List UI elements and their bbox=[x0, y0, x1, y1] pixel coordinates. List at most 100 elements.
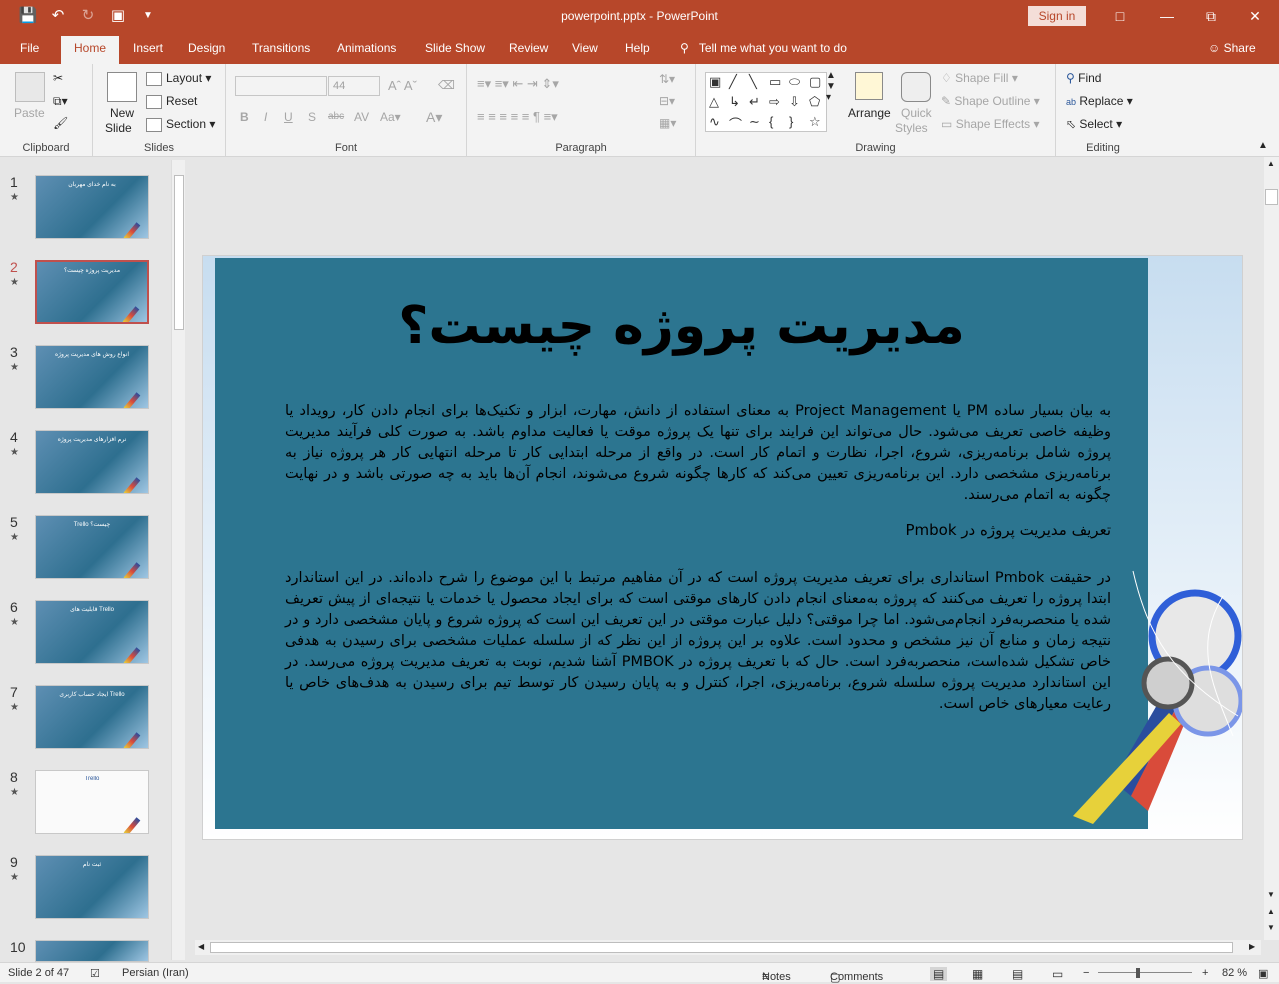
slide-heading[interactable]: مدیریت پروژه چیست؟ bbox=[215, 296, 1148, 356]
ribbon-display-icon[interactable]: □ bbox=[1110, 6, 1130, 26]
line-icon[interactable]: ╱ bbox=[729, 74, 737, 90]
collapse-ribbon-icon[interactable]: ▲ bbox=[1258, 140, 1268, 151]
shapes-gallery[interactable]: ▣ ╱ ╲ ▭ ⬭ ▢ △ ↳ ↵ ⇨ ⇩ ⬠ ∿ ⌒ ∼ { } ☆ bbox=[705, 72, 827, 132]
scroll-left-icon[interactable]: ◀ bbox=[198, 942, 204, 951]
zoom-in-icon[interactable]: + bbox=[1202, 967, 1208, 979]
tab-transitions[interactable]: Transitions bbox=[252, 41, 310, 55]
textbox-icon[interactable]: ▣ bbox=[709, 74, 721, 90]
normal-view-icon[interactable]: ▤ bbox=[930, 967, 948, 981]
scroll-right-icon[interactable]: ▶ bbox=[1249, 942, 1255, 951]
change-case-icon[interactable]: Aa▾ bbox=[380, 110, 401, 124]
scroll-up-icon[interactable]: ▲ bbox=[1267, 159, 1275, 168]
shape-effects-button[interactable]: ▭ Shape Effects ▾ bbox=[941, 117, 1040, 131]
new-slide-label-1[interactable]: New bbox=[110, 106, 134, 120]
smartart-icon[interactable]: ▦▾ bbox=[659, 116, 676, 130]
align-text-icon[interactable]: ⊟▾ bbox=[659, 94, 675, 108]
editor-vertical-scrollbar[interactable]: ▲ ▼ ▲ ▼ bbox=[1264, 157, 1279, 940]
reading-view-icon[interactable]: ▤ bbox=[1012, 967, 1023, 981]
sign-in-button[interactable]: Sign in bbox=[1028, 6, 1086, 26]
strikethrough-icon[interactable]: abc bbox=[328, 111, 344, 122]
vertical-scroll-thumb[interactable] bbox=[1265, 189, 1278, 205]
shapes-scroll-icon[interactable]: ▲ ▼ ▾ bbox=[826, 70, 836, 103]
new-slide-icon[interactable] bbox=[107, 72, 137, 102]
tab-insert[interactable]: Insert bbox=[133, 41, 163, 55]
slide-subheading[interactable]: تعریف مدیریت پروژه در Pmbok bbox=[285, 521, 1112, 539]
arc-icon[interactable]: ⌒ bbox=[729, 114, 742, 133]
reset-button[interactable]: Reset bbox=[146, 94, 197, 109]
next-slide-icon[interactable]: ▼ bbox=[1267, 923, 1275, 932]
new-slide-label-2[interactable]: Slide bbox=[105, 121, 132, 135]
slide-thumbnail[interactable]: Trello bbox=[35, 770, 149, 834]
quick-styles-label-1[interactable]: Quick bbox=[901, 106, 932, 120]
language-indicator[interactable]: Persian (Iran) bbox=[122, 967, 189, 979]
slideshow-view-icon[interactable]: ▭ bbox=[1052, 967, 1063, 981]
slide-thumbnail[interactable]: نرم افزارهای مدیریت پروژه bbox=[35, 430, 149, 494]
italic-icon[interactable]: I bbox=[264, 110, 267, 124]
select-button[interactable]: ⬁ Select ▾ bbox=[1066, 117, 1122, 131]
tell-me-search[interactable]: ⚲ Tell me what you want to do bbox=[680, 41, 847, 55]
curve-icon[interactable]: ∿ bbox=[709, 114, 720, 130]
tab-home[interactable]: Home bbox=[61, 36, 120, 64]
quick-styles-label-2[interactable]: Styles bbox=[895, 121, 928, 135]
arrange-button[interactable]: Arrange bbox=[848, 106, 891, 120]
tab-file[interactable]: File bbox=[20, 41, 39, 55]
slide-thumbnail[interactable]: انواع روش های مدیریت پروژه bbox=[35, 345, 149, 409]
zoom-slider[interactable] bbox=[1098, 972, 1192, 973]
font-name-combo[interactable] bbox=[235, 76, 327, 96]
bold-icon[interactable]: B bbox=[240, 110, 249, 124]
shape-outline-button[interactable]: ✎ Shape Outline ▾ bbox=[941, 94, 1040, 108]
spellcheck-icon[interactable]: ☑ bbox=[90, 967, 100, 980]
slide-thumbnail[interactable] bbox=[35, 940, 149, 962]
tab-animations[interactable]: Animations bbox=[337, 41, 396, 55]
line2-icon[interactable]: ╲ bbox=[749, 74, 757, 90]
quick-styles-icon[interactable] bbox=[901, 72, 931, 102]
zoom-level[interactable]: 82 % bbox=[1222, 967, 1247, 979]
thumbnails-scrollbar[interactable] bbox=[171, 160, 185, 960]
horizontal-scroll-thumb[interactable] bbox=[210, 942, 1233, 953]
restore-icon[interactable]: ⧉ bbox=[1201, 6, 1221, 26]
share-button[interactable]: ☺ Share bbox=[1208, 41, 1256, 55]
tab-help[interactable]: Help bbox=[625, 41, 650, 55]
tab-review[interactable]: Review bbox=[509, 41, 548, 55]
arrow-down-icon[interactable]: ⇩ bbox=[789, 94, 800, 110]
cut-icon[interactable]: ✂ bbox=[53, 71, 63, 85]
bullets-icon[interactable]: ≡▾ ≡▾ ⇤ ⇥ ⇕▾ bbox=[477, 76, 559, 92]
tab-view[interactable]: View bbox=[572, 41, 598, 55]
oval-icon[interactable]: ⬭ bbox=[789, 74, 800, 90]
slide-thumbnail[interactable]: مدیریت پروژه چیست؟ bbox=[35, 260, 149, 324]
brace-left-icon[interactable]: { bbox=[769, 114, 773, 129]
replace-button[interactable]: ab Replace ▾ bbox=[1066, 94, 1133, 108]
shape-fill-button[interactable]: ♢ Shape Fill ▾ bbox=[941, 71, 1018, 85]
rounded-rect-icon[interactable]: ▢ bbox=[809, 74, 821, 90]
connector-icon[interactable]: ↵ bbox=[749, 94, 760, 110]
slide-thumbnail[interactable]: قابلیت های Trello bbox=[35, 600, 149, 664]
slide-sorter-icon[interactable]: ▦ bbox=[972, 967, 983, 981]
wave-icon[interactable]: ∼ bbox=[749, 114, 760, 130]
current-slide[interactable]: مدیریت پروژه چیست؟ به بیان بسیار ساده PM… bbox=[202, 255, 1243, 840]
elbow-icon[interactable]: ↳ bbox=[729, 94, 740, 110]
arrow-right-icon[interactable]: ⇨ bbox=[769, 94, 780, 110]
font-grow-icon[interactable]: Aˆ Aˇ bbox=[388, 78, 417, 93]
star-icon[interactable]: ☆ bbox=[809, 114, 821, 130]
slide-thumbnail[interactable]: ثبت نام bbox=[35, 855, 149, 919]
rectangle-icon[interactable]: ▭ bbox=[769, 74, 781, 90]
zoom-out-icon[interactable]: − bbox=[1083, 967, 1089, 979]
underline-icon[interactable]: U bbox=[284, 110, 293, 124]
brace-right-icon[interactable]: } bbox=[789, 114, 793, 129]
paste-button[interactable]: Paste bbox=[14, 106, 45, 120]
section-button[interactable]: Section ▾ bbox=[146, 117, 215, 132]
tab-design[interactable]: Design bbox=[188, 41, 225, 55]
thumbnails-scroll-thumb[interactable] bbox=[174, 175, 184, 330]
pentagon-icon[interactable]: ⬠ bbox=[809, 94, 820, 110]
alignment-icons[interactable]: ≡ ≡ ≡ ≡ ≡ ¶ ≡▾ bbox=[477, 109, 558, 125]
font-size-combo[interactable]: 44 bbox=[328, 76, 380, 96]
close-icon[interactable]: ✕ bbox=[1245, 6, 1265, 26]
paste-icon[interactable] bbox=[15, 72, 45, 102]
slide-paragraph-2[interactable]: در حقیقت Pmbok استانداری برای تعریف مدیر… bbox=[285, 568, 1111, 715]
minimize-icon[interactable]: — bbox=[1157, 6, 1177, 26]
triangle-icon[interactable]: △ bbox=[709, 94, 719, 110]
layout-button[interactable]: Layout ▾ bbox=[146, 71, 211, 86]
slide-thumbnail[interactable]: Trello چیست؟ bbox=[35, 515, 149, 579]
scroll-down-icon[interactable]: ▼ bbox=[1267, 890, 1275, 899]
text-direction-icon[interactable]: ⇅▾ bbox=[659, 72, 675, 86]
